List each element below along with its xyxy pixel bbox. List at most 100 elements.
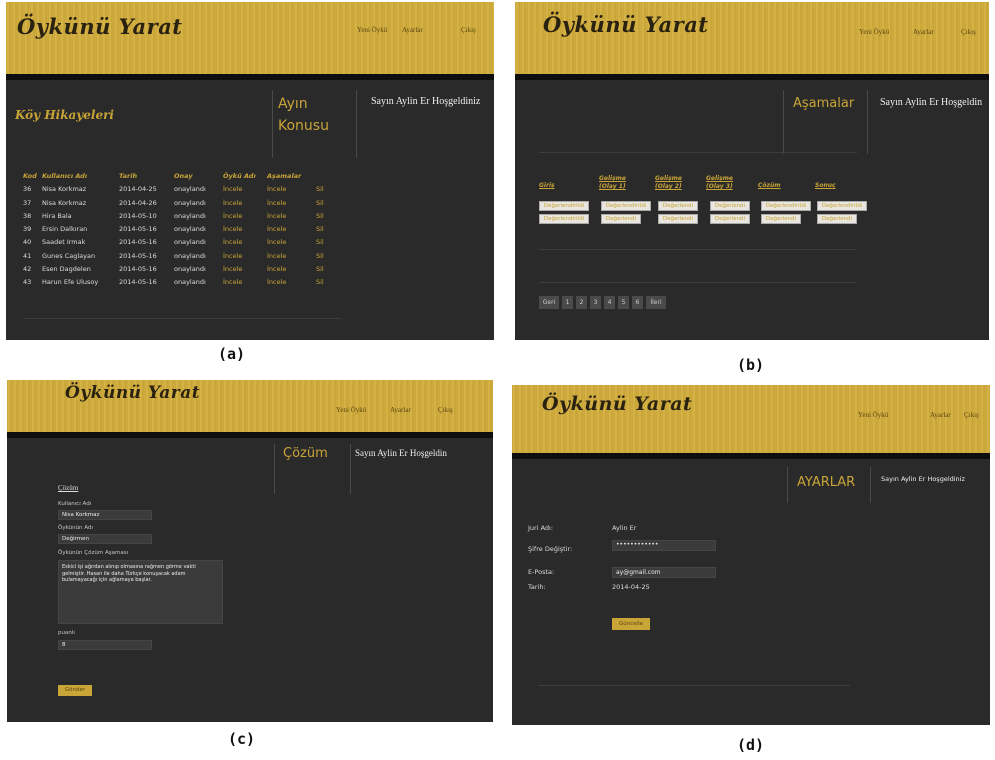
score-field[interactable]: 8 [58, 640, 152, 650]
col-header[interactable]: Kod [23, 172, 37, 180]
evaluate-stage-button[interactable]: Değerlendi [710, 201, 750, 211]
row-stages-link[interactable]: İncele [267, 278, 286, 286]
stage-column-subtitle: (Olay 1) [599, 183, 626, 190]
divider [787, 467, 788, 503]
site-logo[interactable]: Öykünü Yarat [17, 14, 183, 39]
evaluate-stage-button[interactable]: Değerlendi [601, 214, 641, 224]
col-header[interactable]: Onay [174, 172, 193, 180]
nav-new-story[interactable]: Yeni Öykü [858, 411, 888, 419]
nav-logout[interactable]: Çıkış [438, 406, 453, 414]
row-story-link[interactable]: İncele [223, 252, 242, 260]
row-story-link[interactable]: İncele [223, 225, 242, 233]
row-delete-link[interactable]: Sil [316, 199, 324, 207]
row-story-link[interactable]: İncele [223, 199, 242, 207]
evaluate-stage-button[interactable]: Değerlendi [710, 214, 750, 224]
row-username: Ersin Dalkıran [42, 225, 88, 234]
row-code: 42 [23, 265, 32, 274]
site-logo[interactable]: Öykünü Yarat [543, 12, 709, 37]
divider [539, 152, 857, 153]
evaluate-stage-button[interactable]: Değerlendirildi [539, 201, 589, 211]
pagination-page[interactable]: 6 [632, 296, 643, 309]
password-label: Şifre Değiştir: [528, 545, 573, 553]
email-field[interactable]: ay@gmail.com [612, 567, 716, 578]
evaluate-stage-button[interactable]: Değerlendirildi [601, 201, 651, 211]
pagination-page[interactable]: 1 [562, 296, 573, 309]
evaluate-stage-button[interactable]: Değerlendi [817, 214, 857, 224]
nav-new-story[interactable]: Yeni Öykü [336, 406, 366, 414]
pagination-page[interactable]: 3 [590, 296, 601, 309]
row-stages-link[interactable]: İncele [267, 238, 286, 246]
row-delete-link[interactable]: Sil [316, 265, 324, 273]
row-story-link[interactable]: İncele [223, 278, 242, 286]
evaluate-stage-button[interactable]: Değerlendirildi [761, 201, 811, 211]
col-header[interactable]: Tarih [119, 172, 137, 180]
row-story-link[interactable]: İncele [223, 238, 242, 246]
solution-textarea[interactable]: Eskici işi ağırdan alınıp olmasına rağme… [58, 560, 223, 624]
evaluate-stage-button[interactable]: Değerlendirildi [539, 214, 589, 224]
page-title: AYARLAR [797, 475, 856, 490]
evaluate-stage-button[interactable]: Değerlendi [658, 201, 698, 211]
nav-logout[interactable]: Çıkış [961, 28, 976, 36]
row-stages-link[interactable]: İncele [267, 225, 286, 233]
update-button[interactable]: Güncelle [612, 618, 650, 630]
submit-button[interactable]: Gönder [58, 685, 92, 696]
page-title: Çözüm [283, 446, 328, 461]
story-name-field[interactable]: Değirmen [58, 534, 152, 544]
site-logo[interactable]: Öykünü Yarat [65, 383, 200, 403]
nav-new-story[interactable]: Yeni Öykü [859, 28, 889, 36]
row-stages-link[interactable]: İncele [267, 199, 286, 207]
stage-column-title: Gelişme [599, 175, 626, 182]
evaluate-stage-button[interactable]: Değerlendi [761, 214, 801, 224]
row-stages-link[interactable]: İncele [267, 212, 286, 220]
nav-logout[interactable]: Çıkış [461, 26, 476, 34]
nav-settings[interactable]: Ayarlar [930, 411, 951, 419]
row-stages-link[interactable]: İncele [267, 265, 286, 273]
nav-settings[interactable]: Ayarlar [913, 28, 934, 36]
pagination-page[interactable]: 4 [604, 296, 615, 309]
nav-settings[interactable]: Ayarlar [390, 406, 411, 414]
row-date: 2014-05-16 [119, 265, 157, 274]
row-delete-link[interactable]: Sil [316, 252, 324, 260]
row-status: onaylandı [174, 198, 206, 207]
stage-column-subtitle: (Olay 3) [706, 183, 733, 190]
row-code: 40 [23, 238, 32, 247]
panel-d-settings: Öykünü Yarat Yeni Öykü Ayarlar Çıkış AYA… [512, 385, 990, 725]
username-field[interactable]: Nisa Korkmaz [58, 510, 152, 520]
password-field[interactable]: •••••••••••• [612, 540, 716, 551]
pagination-page[interactable]: 2 [576, 296, 587, 309]
row-date: 2014-04-26 [119, 198, 157, 207]
evaluate-stage-button[interactable]: Değerlendi [658, 214, 698, 224]
nav-settings[interactable]: Ayarlar [402, 26, 423, 34]
pagination-next[interactable]: İleri [646, 296, 666, 309]
stage-column-title: Gelişme [706, 175, 733, 182]
row-delete-link[interactable]: Sil [316, 278, 324, 286]
row-stages-link[interactable]: İncele [267, 252, 286, 260]
row-delete-link[interactable]: Sil [316, 225, 324, 233]
row-story-link[interactable]: İncele [223, 185, 242, 193]
pagination-page[interactable]: 5 [618, 296, 629, 309]
row-story-link[interactable]: İncele [223, 212, 242, 220]
col-header[interactable]: Öykü Adı [223, 172, 256, 180]
row-delete-link[interactable]: Sil [316, 185, 324, 193]
row-username: Hira Bala [42, 211, 72, 220]
row-stages-link[interactable]: İncele [267, 185, 286, 193]
row-story-link[interactable]: İncele [223, 265, 242, 273]
evaluate-stage-button[interactable]: Değerlendirildi [817, 201, 867, 211]
jury-label: Juri Adı: [528, 524, 554, 532]
section-title-line2: Konusu [278, 118, 329, 134]
col-header[interactable]: Aşamalar [267, 172, 301, 180]
nav-new-story[interactable]: Yeni Öykü [357, 26, 387, 34]
row-username: Esen Dagdelen [42, 265, 91, 274]
row-delete-link[interactable]: Sil [316, 212, 324, 220]
row-delete-link[interactable]: Sil [316, 238, 324, 246]
date-value: 2014-04-25 [612, 583, 650, 591]
story-name-label: Öykünün Adı [58, 525, 93, 531]
row-code: 41 [23, 251, 32, 260]
pagination-prev[interactable]: Geri [539, 296, 559, 309]
panel-a-story-list: Öykünü Yarat Yeni Öykü Ayarlar Çıkış Köy… [6, 2, 494, 340]
stage-column-header: Gelişme (Olay 1) [599, 175, 626, 191]
site-logo[interactable]: Öykünü Yarat [542, 393, 692, 415]
nav-logout[interactable]: Çıkış [964, 411, 979, 419]
stage-column-header: Gelişme (Olay 2) [655, 175, 682, 191]
col-header[interactable]: Kullanıcı Adı [42, 172, 87, 180]
